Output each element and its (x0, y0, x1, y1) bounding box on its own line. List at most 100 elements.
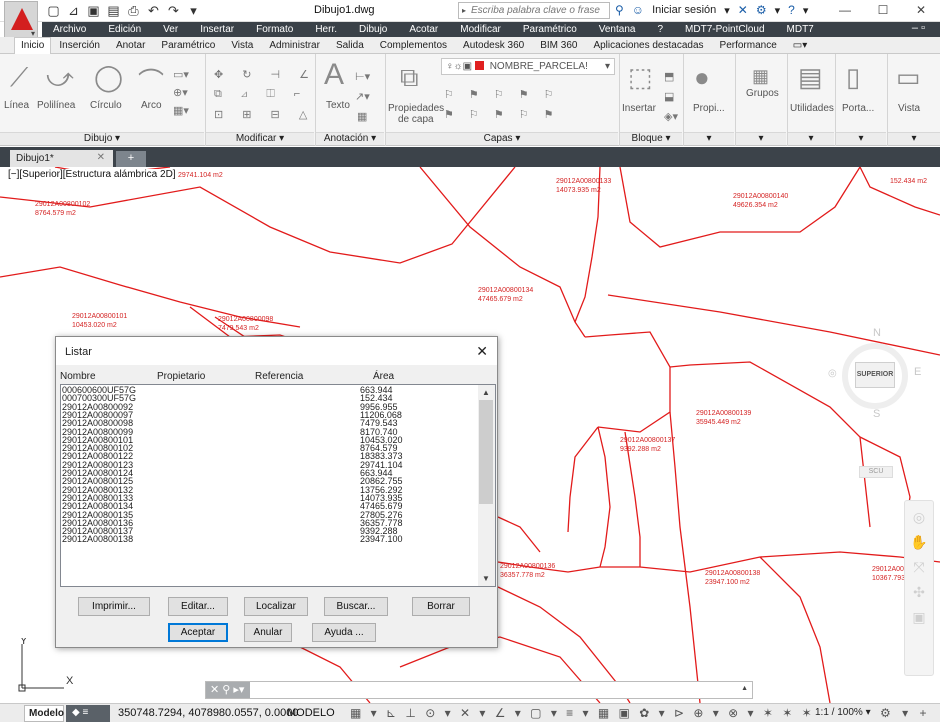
parcel-list[interactable]: 000600600UF57G 663.944 000700300UF57G 152.4… (60, 384, 496, 587)
menu-insertar[interactable]: Insertar (189, 24, 245, 35)
properties-icon[interactable]: ● (694, 62, 710, 93)
undo-icon[interactable]: ↶ (146, 3, 161, 19)
scroll-down-icon[interactable]: ▼ (482, 574, 490, 583)
polyline-tool-icon[interactable]: ⤻ (46, 62, 74, 94)
tab-performance[interactable]: Performance (712, 40, 785, 51)
tab-insercion[interactable]: Inserción (51, 40, 108, 51)
hatch-icon[interactable]: ⊕▾ (173, 86, 188, 99)
leader-icon[interactable]: ↗▾ (355, 90, 370, 103)
drafting-toggles[interactable]: ▦ ▾ ⊾ ⊥ ⊙ ▾ ✕ ▾ ∠ ▾ ▢ ▾ ≡ ▾ ▦ ▣ ✿ ▾ ⊳ ⊕ … (350, 706, 815, 720)
open-file-icon[interactable]: ⊿ (66, 3, 81, 19)
editar-button[interactable]: Editar... (168, 597, 228, 616)
menu-modificar[interactable]: Modificar (449, 24, 512, 35)
menu-help[interactable]: ? (646, 24, 674, 35)
new-file-icon[interactable]: ▢ (46, 3, 61, 19)
panel-properties-dropdown[interactable]: ▾ (684, 132, 734, 145)
ucs-menu[interactable]: SCU (859, 466, 893, 478)
customize-qat-icon[interactable]: ▾ (186, 3, 201, 19)
panel-bloque[interactable]: Bloque ▾ (620, 132, 682, 145)
imprimir-button[interactable]: Imprimir... (78, 597, 150, 616)
layer-properties-icon[interactable]: ⧉ (400, 62, 419, 94)
header-nombre[interactable]: Nombre (60, 371, 96, 382)
layer-tools-row1[interactable]: ⚐ ⚑ ⚐ ⚑ ⚐ (444, 88, 560, 101)
new-tab-button[interactable]: + (116, 151, 146, 167)
tab-bim-360[interactable]: BIM 360 (532, 40, 585, 51)
arc-tool-icon[interactable]: ⌒ (138, 62, 164, 99)
chevron-down-icon[interactable]: ▾ (803, 4, 809, 17)
table-icon[interactable]: ▦ (357, 110, 367, 123)
tab-complementos[interactable]: Complementos (372, 40, 455, 51)
anular-button[interactable]: Anular (244, 623, 292, 642)
buscar-button[interactable]: Buscar... (324, 597, 388, 616)
clipboard-icon[interactable]: ▯ (846, 62, 860, 93)
a360-icon[interactable]: ⚙ (756, 3, 767, 17)
aceptar-button[interactable]: Aceptar (168, 623, 228, 642)
steering-wheel-icon[interactable]: ◎ (905, 509, 933, 526)
arc-tool-label[interactable]: Arco (141, 100, 162, 111)
menu-formato[interactable]: Formato (245, 24, 304, 35)
panel-modificar[interactable]: Modificar ▾ (206, 132, 314, 145)
scroll-up-icon[interactable]: ▲ (482, 388, 490, 397)
menu-mdt7[interactable]: MDT7 (776, 24, 825, 35)
header-propietario[interactable]: Propietario (157, 371, 205, 382)
properties-label[interactable]: Propi... (693, 103, 725, 114)
viewcube-north[interactable]: N (873, 327, 881, 339)
command-line[interactable]: ✕ ⚲ ▸▾ ▲ (205, 681, 753, 699)
panel-anotacion[interactable]: Anotación ▾ (316, 132, 384, 145)
tab-parametrico[interactable]: Paramétrico (153, 40, 223, 51)
command-line-controls[interactable]: ✕ ⚲ ▸▾ (206, 682, 250, 698)
gradient-icon[interactable]: ▦▾ (173, 104, 189, 117)
panel-clipboard-dropdown[interactable]: ▾ (836, 132, 886, 145)
viewcube-face[interactable]: SUPERIOR (855, 362, 895, 388)
binoculars-icon[interactable]: ⚲ (615, 3, 624, 17)
header-referencia[interactable]: Referencia (255, 371, 303, 382)
status-bar-end-icons[interactable]: ⚙ ▾ + ≡ (880, 706, 940, 722)
signin-link[interactable]: Iniciar sesión (652, 4, 716, 16)
scroll-thumb[interactable] (479, 400, 493, 504)
user-icon[interactable]: ☺ (632, 3, 644, 17)
polyline-tool-label[interactable]: Polilínea (37, 100, 75, 111)
view-label[interactable]: Vista (898, 103, 920, 114)
viewport-controls[interactable]: [−][Superior][Estructura alámbrica 2D] (8, 169, 176, 180)
search-input[interactable]: ▸ Escriba palabra clave o frase (458, 2, 610, 19)
coordinates-readout[interactable]: 350748.7294, 4078980.0557, 0.0000 (118, 707, 298, 719)
menu-dibujo[interactable]: Dibujo (348, 24, 398, 35)
maximize-icon[interactable]: ☐ (864, 0, 902, 22)
insert-block-label[interactable]: Insertar (622, 103, 656, 114)
panel-utilities-dropdown[interactable]: ▾ (788, 132, 834, 145)
insert-block-icon[interactable]: ⬚ (628, 62, 653, 93)
layout-tabs-menu[interactable]: ◆ ≡ (66, 705, 110, 722)
create-block-icon[interactable]: ⬒ (664, 70, 674, 83)
zoom-icon[interactable]: ⤧ (905, 559, 933, 576)
model-tab[interactable]: Modelo (24, 705, 64, 722)
orbit-icon[interactable]: ✣ (905, 584, 933, 601)
borrar-button[interactable]: Borrar (412, 597, 470, 616)
circle-tool-label[interactable]: Círculo (90, 100, 122, 111)
exchange-icon[interactable]: ✕ (738, 3, 748, 17)
menu-ventana[interactable]: Ventana (588, 24, 647, 35)
tab-anotar[interactable]: Anotar (108, 40, 153, 51)
minimize-icon[interactable]: — (826, 0, 864, 22)
menu-ver[interactable]: Ver (152, 24, 189, 35)
menu-herr[interactable]: Herr. (304, 24, 348, 35)
utilities-icon[interactable]: ▤ (798, 62, 823, 93)
tab-inicio[interactable]: Inicio (14, 36, 52, 54)
save-icon[interactable]: ▣ (86, 3, 101, 19)
panel-capas[interactable]: Capas ▾ (386, 132, 618, 145)
viewcube-east[interactable]: E (914, 366, 921, 378)
menu-acotar[interactable]: Acotar (398, 24, 449, 35)
groups-label[interactable]: Grupos (746, 88, 779, 99)
copy-mirror-icons[interactable]: ⧉ ⊿ ◫ ⌐ (214, 88, 308, 101)
model-space-toggle[interactable]: MODELO (287, 707, 335, 719)
menu-edicion[interactable]: Edición (97, 24, 152, 35)
chevron-down-icon[interactable]: ▾ (724, 4, 730, 17)
edit-block-icon[interactable]: ⬓ (664, 90, 674, 103)
block-attr-icon[interactable]: ◈▾ (664, 110, 678, 123)
text-tool-label[interactable]: Texto (326, 100, 350, 111)
ribbon-toggle-icon[interactable]: ▭▾ (785, 40, 815, 51)
text-tool-icon[interactable]: A (324, 58, 344, 92)
viewcube-south[interactable]: S (873, 408, 880, 420)
localizar-button[interactable]: Localizar (244, 597, 308, 616)
layer-properties-label-1[interactable]: Propiedades (388, 103, 444, 114)
close-icon[interactable]: ✕ (476, 343, 488, 360)
